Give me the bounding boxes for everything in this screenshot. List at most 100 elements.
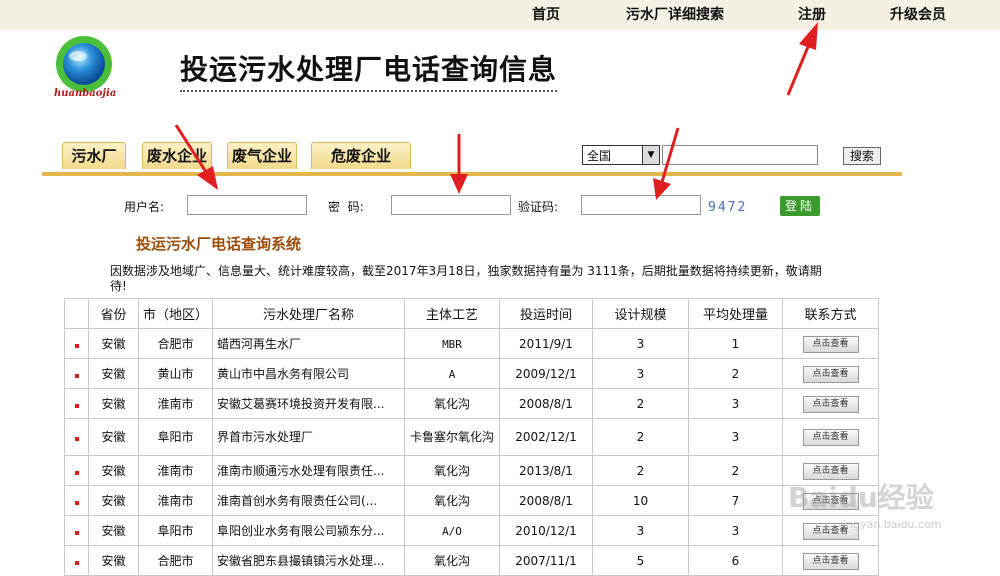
cell-process: A/O: [404, 515, 500, 546]
cell-design-capacity: 3: [592, 515, 689, 546]
view-contact-button[interactable]: 点击查看: [802, 335, 859, 353]
nav-home-link[interactable]: 首页: [532, 4, 560, 24]
cell-city-text: 淮南市: [157, 397, 194, 411]
nav-detailed-search-link[interactable]: 污水厂详细搜索: [626, 4, 724, 24]
search-button[interactable]: 搜索: [843, 147, 881, 165]
cell-plant-name: 安徽艾葛赛环境投资开发有限...: [212, 388, 405, 419]
cell-operation-date-text: 2008/8/1: [519, 396, 573, 411]
cell-avg-throughput: 2: [688, 455, 783, 486]
table-row: 安徽 黄山市 黄山市中昌水务有限公司 A 2009/12/1 3 2 点击查看: [64, 358, 879, 389]
username-field[interactable]: [187, 195, 307, 215]
row-bullet-icon: [64, 455, 89, 486]
cell-design-capacity: 3: [592, 358, 689, 389]
table-row: 安徽 阜阳市 界首市污水处理厂 卡鲁塞尔氧化沟 2002/12/1 2 3 点击查看: [64, 418, 879, 456]
captcha-label: 验证码:: [518, 200, 559, 214]
cell-design-capacity-text: 3: [636, 366, 645, 381]
tab-sewage-plant[interactable]: 污水厂: [62, 142, 126, 169]
cell-contact: 点击查看: [782, 418, 879, 456]
chevron-down-icon[interactable]: ▼: [642, 146, 659, 164]
search-input[interactable]: [662, 145, 818, 165]
view-contact-button[interactable]: 点击查看: [802, 365, 859, 383]
region-select-value: 全国: [587, 149, 612, 163]
cell-province: 安徽: [88, 545, 139, 576]
view-contact-button[interactable]: 点击查看: [802, 428, 859, 446]
header-province: 省份: [88, 298, 139, 329]
cell-city-text: 黄山市: [157, 367, 194, 381]
cell-design-capacity-text: 2: [636, 429, 645, 444]
cell-avg-throughput: 7: [688, 485, 783, 516]
password-label: 密 码:: [328, 200, 364, 214]
header-operation-date: 投运时间: [499, 298, 593, 329]
cell-plant-name: 安徽省肥东县撮镇镇污水处理...: [212, 545, 405, 576]
cell-province: 安徽: [88, 515, 139, 546]
cell-plant-name: 黄山市中昌水务有限公司: [212, 358, 405, 389]
cell-process: 氧化沟: [404, 485, 500, 516]
cell-process-text: 卡鲁塞尔氧化沟: [409, 429, 494, 444]
header-city: 市（地区）: [138, 298, 213, 329]
baidu-watermark-url: jingyan.baidu.com: [840, 518, 942, 531]
row-bullet-icon: [64, 388, 89, 419]
captcha-field[interactable]: [581, 195, 701, 215]
cell-plant-name: 蜡西河再生水厂: [212, 328, 405, 359]
cell-avg-throughput-text: 6: [731, 553, 740, 568]
cell-design-capacity: 5: [592, 545, 689, 576]
cell-design-capacity-text: 3: [636, 523, 645, 538]
cell-design-capacity-text: 2: [636, 396, 645, 411]
cell-design-capacity: 2: [592, 418, 689, 456]
captcha-image[interactable]: 9472: [708, 200, 747, 215]
cell-avg-throughput: 6: [688, 545, 783, 576]
tab-wastewater-company[interactable]: 废水企业: [142, 142, 212, 169]
region-select[interactable]: 全国 ▼: [582, 145, 660, 165]
cell-city-text: 阜阳市: [157, 429, 194, 444]
nav-upgrade-link[interactable]: 升级会员: [890, 4, 946, 24]
cell-city: 淮南市: [138, 455, 213, 486]
arrow-to-password-icon: [450, 134, 468, 194]
cell-design-capacity-text: 5: [636, 553, 645, 568]
cell-plant-name: 界首市污水处理厂: [212, 418, 405, 456]
cell-avg-throughput-text: 3: [731, 396, 740, 411]
row-bullet-icon: [64, 418, 89, 456]
cell-plant-name-text: 界首市污水处理厂: [217, 429, 314, 444]
login-button[interactable]: 登陆: [780, 196, 820, 216]
cell-contact: 点击查看: [782, 328, 879, 359]
notice-text: 因数据涉及地域广、信息量大、统计难度较高，截至2017年3月18日，独家数据持有…: [110, 264, 822, 293]
row-bullet-icon: [64, 485, 89, 516]
cell-process-text: A/O: [442, 524, 462, 538]
row-bullet-icon: [64, 515, 89, 546]
cell-operation-date-text: 2008/8/1: [519, 493, 573, 508]
tab-waste-gas-company[interactable]: 废气企业: [227, 142, 297, 169]
table-row: 安徽 淮南市 淮南首创水务有限责任公司(... 氧化沟 2008/8/1 10 7 点击查看: [64, 485, 879, 516]
cell-process: 氧化沟: [404, 388, 500, 419]
cell-avg-throughput-text: 3: [731, 429, 740, 444]
cell-contact: 点击查看: [782, 388, 879, 419]
view-contact-button[interactable]: 点击查看: [802, 395, 859, 413]
password-field[interactable]: [391, 195, 511, 215]
cell-province: 安徽: [88, 328, 139, 359]
cell-contact: 点击查看: [782, 545, 879, 576]
cell-plant-name-text: 淮南市顺通污水处理有限责任...: [217, 464, 385, 478]
view-contact-button[interactable]: 点击查看: [802, 552, 859, 570]
cell-design-capacity: 3: [592, 328, 689, 359]
cell-plant-name: 淮南市顺通污水处理有限责任...: [212, 455, 405, 486]
nav-register-link[interactable]: 注册: [798, 4, 826, 24]
cell-process-text: 氧化沟: [433, 464, 470, 478]
top-band: [0, 0, 1000, 30]
cell-operation-date-text: 2007/11/1: [515, 553, 577, 568]
cell-avg-throughput: 2: [688, 358, 783, 389]
cell-plant-name-text: 安徽省肥东县撮镇镇污水处理...: [217, 554, 385, 568]
cell-avg-throughput: 3: [688, 418, 783, 456]
header-contact: 联系方式: [782, 298, 879, 329]
cell-process-text: 氧化沟: [433, 397, 470, 411]
cell-province-text: 安徽: [101, 337, 126, 351]
cell-process: MBR: [404, 328, 500, 359]
cell-avg-throughput-text: 2: [731, 463, 740, 478]
header-marker: [64, 298, 89, 329]
cell-process: A: [404, 358, 500, 389]
cell-province-text: 安徽: [101, 494, 126, 508]
red-bullet-icon: [74, 436, 79, 441]
cell-province: 安徽: [88, 358, 139, 389]
cell-city-text: 合肥市: [157, 337, 194, 351]
cell-operation-date-text: 2011/9/1: [519, 336, 573, 351]
cell-operation-date: 2002/12/1: [499, 418, 593, 456]
tab-hazardous-waste-company[interactable]: 危废企业: [311, 142, 411, 169]
